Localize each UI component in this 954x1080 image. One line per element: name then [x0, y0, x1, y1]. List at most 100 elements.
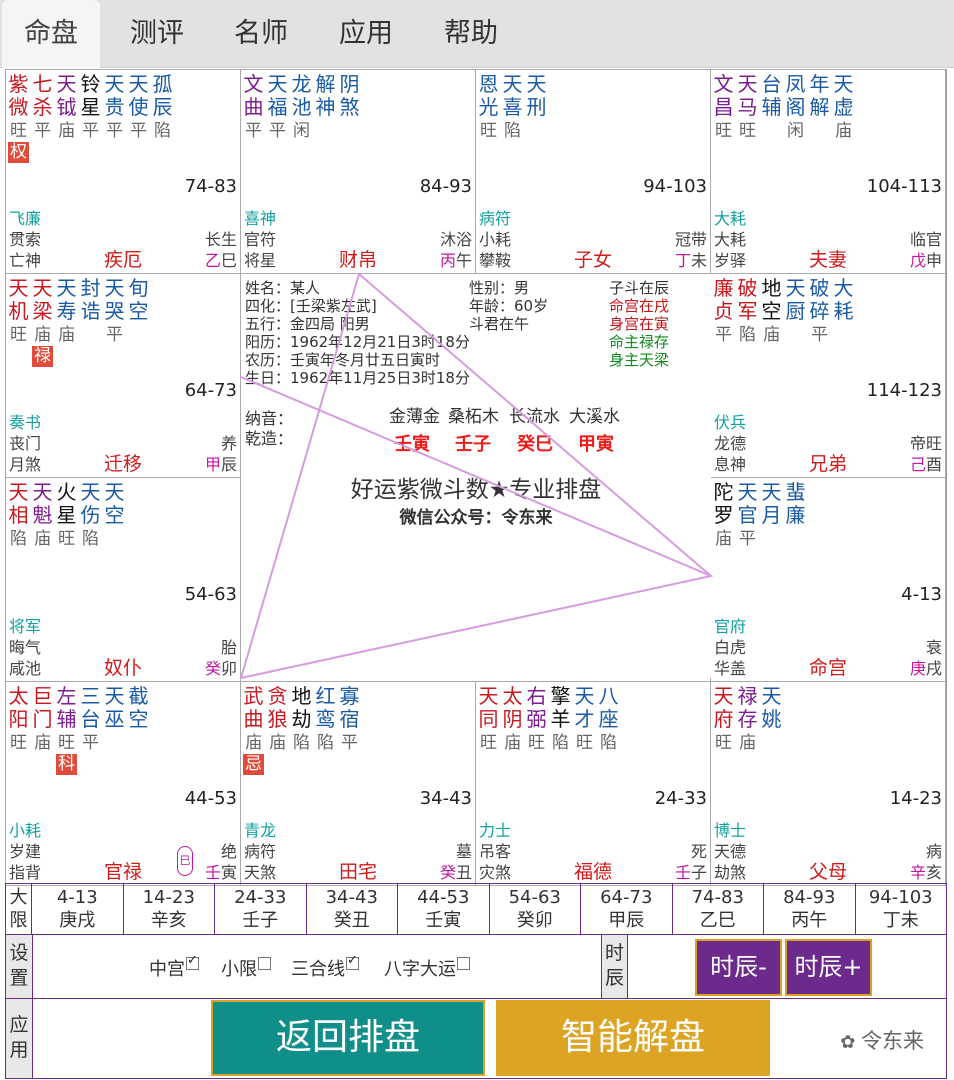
bazi-toggle[interactable]: 八字大运: [384, 955, 470, 981]
settings-label: 设 置: [6, 935, 33, 998]
daxian-range: 24-33: [654, 788, 707, 809]
tab-mingshi[interactable]: 名师: [212, 0, 310, 68]
palace-cell[interactable]: 天 机旺天 梁庙禄天 寿庙封 诰 天 哭平旬 空 64-73 奏书 丧门 月煞 迁移养甲…: [5, 273, 241, 478]
back-to-chart-button[interactable]: 返回排盘: [211, 1000, 485, 1076]
tab-bangzhu[interactable]: 帮助: [422, 0, 520, 68]
palace-cell[interactable]: 天 同旺太 阴庙右 弼旺擎 羊陷天 才旺八 座陷 24-33 力士 吊客 灾煞 福德死壬子: [475, 681, 711, 886]
daxian-age: 24-33: [234, 887, 287, 908]
star-brightness: 旺: [576, 733, 593, 753]
shichen-prev-button[interactable]: 时辰-: [695, 939, 782, 996]
star-name: 天 虚: [833, 72, 854, 119]
xiaoxian-toggle[interactable]: 小限: [221, 955, 271, 981]
palace-cell[interactable]: 天 府旺禄 存庙天 姚 14-23 博士 天德 劫煞 父母病辛亥: [710, 681, 946, 886]
ziwei-chart: 紫 微旺权七 杀平天 钺庙铃 星平天 贵平天 使平孤 辰陷 74-83 飞廉 贯索 亡神…: [5, 69, 947, 886]
daxian-age: 84-93: [783, 887, 836, 908]
star-brightness: 庙: [504, 733, 521, 753]
daxian-age: 54-63: [508, 887, 561, 908]
top-tab-bar: 命盘 测评 名师 应用 帮助: [0, 0, 954, 68]
star-name: 解 神: [315, 72, 336, 119]
star-brightness: [347, 120, 352, 142]
daxian-ganzhi: 辛亥: [150, 910, 187, 931]
info-zidou: 子斗在辰: [609, 279, 670, 297]
info-wuxing: 五行：金四局 阳男: [245, 315, 370, 333]
star-name: 天 伤: [80, 480, 101, 527]
palace-cell[interactable]: 太 阳旺巨 门庙左 辅旺科三 台平天 巫 截 空 44-53 小耗 岁建 指背 官禄绝壬…: [5, 681, 241, 886]
sihua-badge: 禄: [32, 346, 53, 367]
info-minggong: 命宫在戌: [609, 297, 670, 315]
shichen-next-button[interactable]: 时辰+: [785, 939, 872, 996]
daxian-item[interactable]: 4-13 庚戌: [31, 884, 123, 934]
info-name: 姓名：某人: [245, 279, 321, 297]
daxian-item[interactable]: 54-63 癸卯: [488, 884, 581, 934]
star-brightness: 闲: [293, 121, 310, 141]
daxian-item[interactable]: 24-33 壬子: [214, 884, 306, 934]
star-name: 紫 微: [8, 72, 29, 119]
daxian-range: 14-23: [889, 788, 942, 809]
daxian-item[interactable]: 64-73 甲辰: [580, 884, 672, 934]
palace-ganzhi: 壬寅: [204, 863, 237, 882]
star-brightness: 旺: [10, 121, 27, 141]
daxian-range: 4-13: [901, 584, 942, 605]
star-name: 左 辅: [56, 684, 77, 731]
tab-mingpan[interactable]: 命盘: [2, 0, 100, 68]
apps-label: 应 用: [6, 999, 33, 1078]
star-name: 铃 星: [80, 72, 101, 119]
daxian-item[interactable]: 34-43 癸丑: [305, 884, 398, 934]
sanhe-checkbox[interactable]: [346, 953, 359, 970]
daxian-item[interactable]: 44-53 壬寅: [397, 884, 489, 934]
bazi-label: 八字大运: [384, 959, 456, 980]
star-brightness: [136, 732, 141, 754]
star-name: 大 耗: [833, 276, 854, 323]
star-name: 旬 空: [128, 276, 149, 323]
palace-ganzhi: 庚戌: [909, 659, 942, 678]
palace-cell[interactable]: 武 曲庙忌贪 狼庙地 劫陷红 鸾陷寡 宿平 34-43 青龙 病符 天煞 田宅墓癸丑: [240, 681, 476, 886]
palace-cell[interactable]: 廉 贞平破 军陷地 空庙天 厨 破 碎平大 耗 114-123 伏兵 龙德 息神 兄弟帝…: [710, 273, 946, 478]
info-shenzhu: 身主天梁: [609, 351, 670, 369]
bazi-checkbox[interactable]: [457, 957, 470, 970]
daxian-item[interactable]: 94-103 丁未: [854, 884, 947, 934]
star-name: 孤 辰: [152, 72, 173, 119]
star-name: 寡 宿: [339, 684, 360, 731]
info-sihua: 四化：[壬梁紫左武]: [245, 297, 377, 315]
palace-cell[interactable]: 文 曲平天 福平龙 池闲解 神 阴 煞 84-93 喜神 官符 将星 财帛 沐浴 丙午: [240, 69, 476, 274]
daxian-range: 64-73: [184, 380, 237, 401]
star-name: 红 鸾: [315, 684, 336, 731]
sanhe-toggle[interactable]: 三合线: [291, 953, 359, 981]
daxian-ganzhi: 庚戌: [59, 910, 96, 931]
daxian-ganzhi: 丁未: [882, 910, 919, 931]
daxian-item[interactable]: 14-23 辛亥: [122, 884, 215, 934]
tab-ceping[interactable]: 测评: [108, 0, 206, 68]
zhonggong-label: 中宫: [149, 959, 185, 980]
star-name: 封 诰: [80, 276, 101, 323]
star-name: 地 劫: [291, 684, 312, 731]
palace-cell[interactable]: 天 相陷天 魁庙火 星旺天 伤陷天 空 54-63 将军 晦气 咸池 奴仆胎癸卯: [5, 477, 241, 682]
star-name: 天 巫: [104, 684, 125, 731]
star-brightness: [136, 324, 141, 346]
info-shengri: 生日：1962年11月25日3时18分: [245, 369, 470, 387]
bazi-year: 壬寅: [394, 434, 430, 455]
xiaoxian-checkbox[interactable]: [258, 957, 271, 970]
daxian-age: 4-13: [56, 887, 98, 908]
smart-interpret-button[interactable]: 智能解盘: [496, 1000, 770, 1076]
palace-ganzhi: 乙巳: [204, 251, 237, 270]
palace-cell[interactable]: 陀 罗庙天 官平天 月 蜚 廉 4-13 官府 白虎 华盖 命宫衰庚戌: [710, 477, 946, 682]
daxian-item[interactable]: 74-83 乙巳: [671, 884, 764, 934]
palace-ganzhi: 己酉: [909, 455, 942, 474]
nayin-label: 纳音：: [245, 409, 294, 428]
zhonggong-toggle[interactable]: 中宫: [149, 953, 199, 981]
star-brightness: 陷: [600, 733, 617, 753]
star-brightness: 庙: [835, 121, 852, 141]
palace-cell[interactable]: 文 昌旺天 马旺台 辅 凤 阁闲年 解 天 虚庙 104-113 大耗 大耗 岁驿 夫妻临…: [710, 69, 946, 274]
daxian-item[interactable]: 84-93 丙午: [763, 884, 855, 934]
star-brightness: 平: [715, 325, 732, 345]
palace-cell[interactable]: 紫 微旺权七 杀平天 钺庙铃 星平天 贵平天 使平孤 辰陷 74-83 飞廉 贯索 亡神…: [5, 69, 241, 274]
palace-cell[interactable]: 恩 光旺天 喜陷天 刑 94-103 病符 小耗 攀鞍 子女 冠带 丁未: [475, 69, 711, 274]
star-name: 截 空: [128, 684, 149, 731]
zhonggong-checkbox[interactable]: [186, 953, 199, 970]
tab-yingyong[interactable]: 应用: [317, 0, 415, 68]
star-name: 巨 门: [32, 684, 53, 731]
star-name: 地 空: [761, 276, 782, 323]
star-brightness: 陷: [739, 325, 756, 345]
info-doujun: 斗君在午: [469, 315, 530, 333]
star-brightness: 平: [269, 121, 286, 141]
